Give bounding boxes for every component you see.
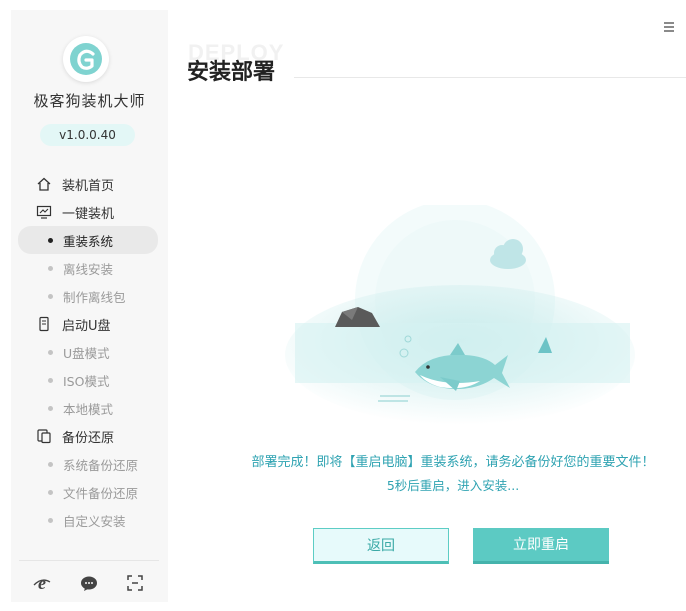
bullet-icon — [48, 517, 53, 523]
sidebar-item-make-offline-package[interactable]: 制作离线包 — [11, 282, 168, 310]
restart-now-button[interactable]: 立即重启 — [473, 528, 609, 564]
sidebar-item-label: 装机首页 — [62, 178, 115, 194]
sidebar-item-file-backup[interactable]: 文件备份还原 — [11, 478, 168, 506]
sidebar-item-offline-install[interactable]: 离线安装 — [11, 254, 168, 282]
sidebar-item-usb-mode[interactable]: U盘模式 — [11, 338, 168, 366]
sidebar-item-local-mode[interactable]: 本地模式 — [11, 394, 168, 422]
app-logo — [63, 36, 109, 82]
app-name: 极客狗装机大师 — [33, 92, 146, 110]
sidebar-item-label: ISO模式 — [63, 373, 110, 389]
sidebar-item-label: 本地模式 — [63, 401, 114, 417]
sidebar-item-custom-install[interactable]: 自定义安装 — [11, 506, 168, 534]
sidebar-nav: 装机首页 一键装机 重装系统 离线安装 制作离线包 启动U盘 U盘模式 ISO模… — [11, 170, 168, 534]
sidebar-item-backup-restore[interactable]: 备份还原 — [11, 422, 168, 450]
bullet-icon — [48, 293, 53, 299]
bullet-icon — [48, 377, 53, 383]
usb-icon — [39, 316, 49, 332]
svg-text:e: e — [38, 573, 46, 593]
sidebar-item-label: 一键装机 — [62, 206, 115, 222]
sidebar-divider — [19, 560, 159, 561]
back-button[interactable]: 返回 — [313, 528, 449, 564]
sidebar-item-label: 系统备份还原 — [63, 457, 139, 473]
ie-browser-icon[interactable]: e — [32, 573, 52, 593]
sidebar-item-label: 文件备份还原 — [63, 485, 139, 501]
sidebar-item-label: 启动U盘 — [62, 318, 111, 334]
sidebar-item-label: 离线安装 — [63, 261, 114, 277]
sidebar-item-reinstall-system[interactable]: 重装系统 — [18, 226, 158, 254]
bullet-icon — [48, 349, 53, 355]
screenshot-icon[interactable] — [125, 573, 145, 593]
sidebar-item-label: U盘模式 — [63, 345, 110, 361]
sidebar-item-system-backup[interactable]: 系统备份还原 — [11, 450, 168, 478]
chat-support-icon[interactable] — [79, 573, 99, 593]
sidebar-item-boot-usb[interactable]: 启动U盘 — [11, 310, 168, 338]
restart-countdown-message: 5秒后重启，进入安装... — [386, 478, 520, 493]
bullet-icon — [48, 405, 53, 411]
home-icon — [37, 177, 51, 191]
title-divider — [294, 77, 686, 78]
sidebar-item-label: 备份还原 — [62, 430, 115, 446]
bullet-icon — [48, 461, 53, 467]
hamburger-menu-icon[interactable] — [662, 20, 676, 34]
sidebar-item-label: 制作离线包 — [63, 289, 126, 305]
bullet-icon — [48, 265, 53, 271]
bullet-icon — [48, 489, 53, 495]
page-title: 安装部署 — [187, 60, 276, 85]
sidebar: 极客狗装机大师 v1.0.0.40 装机首页 一键装机 重装系统 离线安装 制作… — [11, 10, 168, 602]
dog-logo-icon — [70, 43, 102, 75]
backup-icon — [37, 429, 51, 444]
sidebar-item-one-click-install[interactable]: 一键装机 — [11, 198, 168, 226]
deploy-complete-message: 部署完成！即将【重启电脑】重装系统，请务必备份好您的重要文件！ — [251, 455, 655, 470]
deploy-illustration — [285, 205, 635, 425]
sidebar-item-label: 自定义安装 — [63, 513, 126, 529]
bullet-icon — [48, 237, 53, 243]
sidebar-footer: e — [11, 573, 168, 595]
version-badge: v1.0.0.40 — [40, 124, 135, 146]
sidebar-item-home[interactable]: 装机首页 — [11, 170, 168, 198]
sidebar-item-label: 重装系统 — [63, 233, 114, 249]
monitor-icon — [36, 205, 52, 219]
sidebar-item-iso-mode[interactable]: ISO模式 — [11, 366, 168, 394]
